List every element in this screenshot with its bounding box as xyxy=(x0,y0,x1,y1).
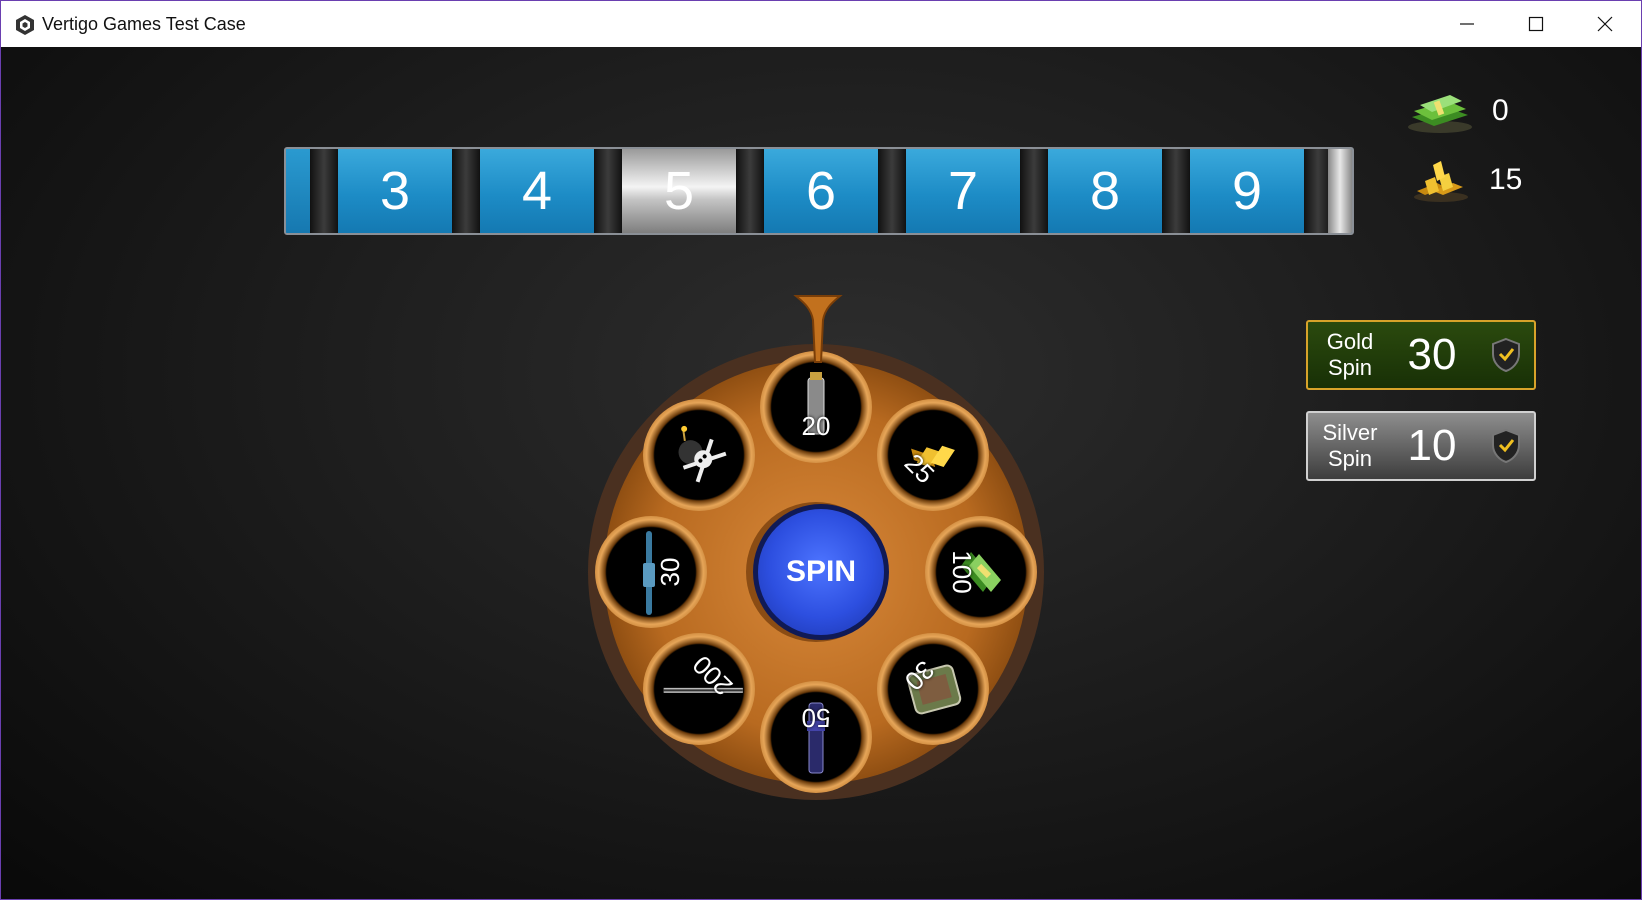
zone-cell: 4 xyxy=(480,149,594,233)
gold-spin-label-line1: Gold xyxy=(1326,329,1374,354)
zone-bar-left-edge xyxy=(286,149,310,233)
zone-cell: 8 xyxy=(1048,149,1162,233)
skull-bomb-icon xyxy=(655,411,743,499)
spin-button[interactable]: SPIN xyxy=(753,504,889,640)
wheel-slot: 30 xyxy=(595,516,707,628)
gold-spin-cost: 30 xyxy=(1407,330,1457,379)
wheel-slot-content: 200 xyxy=(643,632,756,745)
silver-spin-label-line1: Silver xyxy=(1322,420,1378,445)
shield-check-icon xyxy=(1492,428,1520,464)
zone-separator xyxy=(594,149,622,233)
cash-value: 0 xyxy=(1492,94,1509,127)
zone-cell-active: 5 xyxy=(622,149,736,233)
wheel-slot-content: 30 xyxy=(611,531,691,615)
wheel-slot: 30 xyxy=(876,632,989,745)
wheel-slot: 20 xyxy=(760,351,872,463)
armor-vest-icon xyxy=(884,640,981,737)
game-viewport: 3456789 0 15 Gold Spin 30 Silver Spin 10… xyxy=(1,47,1641,899)
maximize-button[interactable] xyxy=(1501,1,1570,47)
wheel-slot: 25 xyxy=(876,399,989,512)
gold-counter: 15 xyxy=(1411,157,1522,203)
wheel-slot-content: 25 xyxy=(876,399,989,512)
zone-cell: 7 xyxy=(906,149,1020,233)
gold-spin-label-line2: Spin xyxy=(1327,355,1373,380)
gold-bars-icon xyxy=(892,415,973,496)
cash-stack-icon xyxy=(1408,95,1472,133)
unity-logo-icon xyxy=(16,15,34,35)
zone-cell: 6 xyxy=(764,149,878,233)
zone-cell: 3 xyxy=(338,149,452,233)
silver-spin-label-line2: Spin xyxy=(1327,446,1373,471)
zone-progress-bar: 3456789 xyxy=(284,147,1354,235)
zone-bar-right-edge xyxy=(1328,149,1352,233)
cash-counter: 0 xyxy=(1406,89,1509,133)
zone-separator xyxy=(1020,149,1048,233)
gold-value: 15 xyxy=(1489,163,1523,196)
minimize-icon xyxy=(1459,23,1474,25)
wheel-slot-content: 100 xyxy=(941,532,1021,612)
wheel-slot-content: 50 xyxy=(776,697,856,777)
wheel-pointer-icon xyxy=(793,295,843,363)
minimize-button[interactable] xyxy=(1432,1,1501,47)
wheel-slot-value: 50 xyxy=(801,703,831,733)
zone-separator xyxy=(878,149,906,233)
silver-spin-cost: 10 xyxy=(1407,421,1457,470)
wheel-slot: 100 xyxy=(925,516,1037,628)
maximize-icon xyxy=(1528,16,1543,32)
wheel-slot xyxy=(643,399,756,512)
zone-separator xyxy=(452,149,480,233)
close-icon xyxy=(1597,16,1612,32)
window-title: Vertigo Games Test Case xyxy=(42,14,246,34)
wheel-slot-value: 100 xyxy=(947,550,977,594)
app-window: Vertigo Games Test Case 3456789 0 15 Gol… xyxy=(0,0,1642,900)
zone-separator xyxy=(310,149,338,233)
zone-separator xyxy=(1162,149,1190,233)
silver-spin-label: Silver Spin xyxy=(1308,420,1392,472)
shield-check-icon xyxy=(1492,337,1520,373)
zone-separator xyxy=(736,149,764,233)
silver-spin-button[interactable]: Silver Spin 10 xyxy=(1306,411,1536,481)
gold-spin-label: Gold Spin xyxy=(1308,329,1392,381)
wheel-slot: 50 xyxy=(760,681,872,793)
wheel-slot-value: 20 xyxy=(801,411,831,441)
wheel-slot-content: 20 xyxy=(776,367,856,447)
revolver-wheel: 20 25 100 30 50 200 30 SPIN xyxy=(566,295,1066,822)
wheel-slot: 200 xyxy=(643,632,756,745)
close-button[interactable] xyxy=(1570,1,1639,47)
gold-spin-button[interactable]: Gold Spin 30 xyxy=(1306,320,1536,390)
wheel-slot-content: 30 xyxy=(876,632,989,745)
wheel-slot-value: 30 xyxy=(655,557,685,587)
gold-bars-icon xyxy=(1414,161,1468,202)
zone-cell: 9 xyxy=(1190,149,1304,233)
title-bar: Vertigo Games Test Case xyxy=(1,1,1641,48)
